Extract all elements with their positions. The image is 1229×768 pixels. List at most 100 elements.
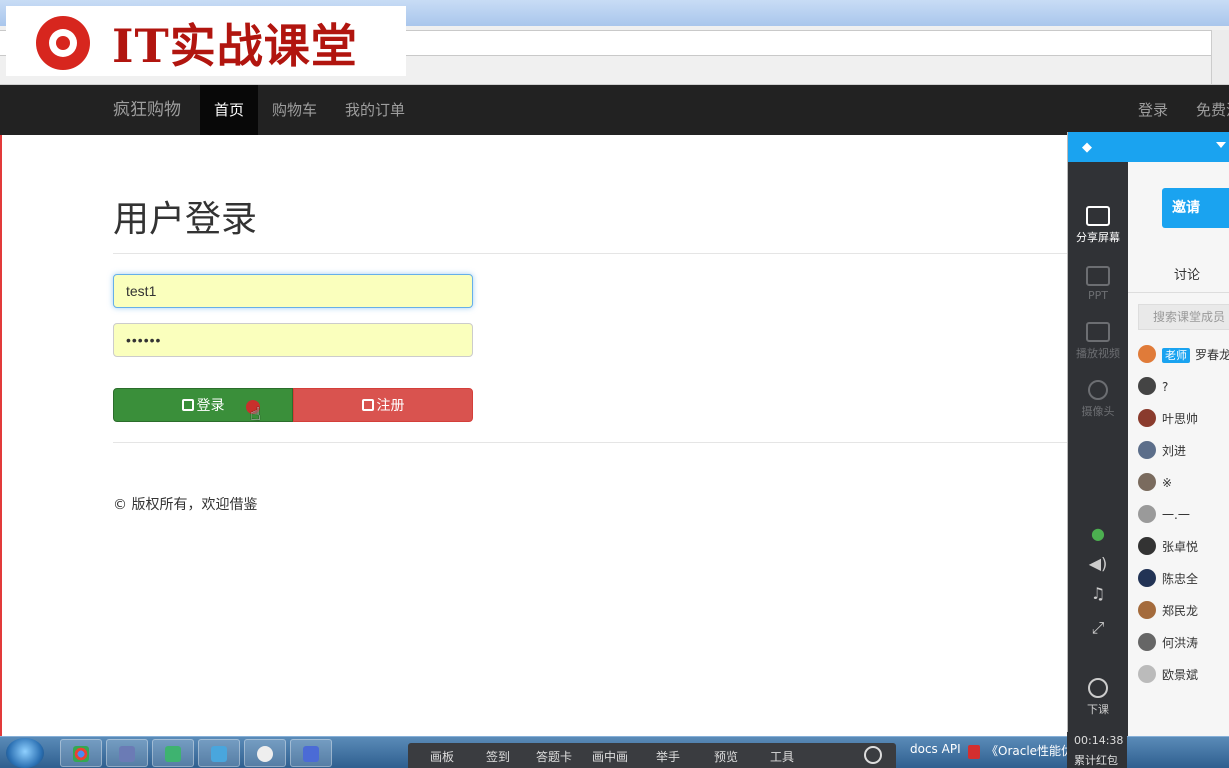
avatar: [1138, 473, 1156, 491]
copyright-text: © 版权所有，欢迎借鉴: [113, 497, 258, 513]
video-icon: [1086, 322, 1110, 342]
taskbar-app[interactable]: [152, 739, 194, 767]
site-navbar: 疯狂购物 首页 购物车 我的订单 登录 免费注册: [0, 85, 1229, 135]
classroom-logo-icon: ◆: [1082, 140, 1092, 155]
classroom-tool-item[interactable]: 画中画: [592, 748, 628, 765]
member-name: 何洪涛: [1162, 636, 1199, 650]
avatar: [1138, 345, 1156, 363]
power-icon[interactable]: [864, 746, 882, 764]
chevron-down-icon[interactable]: [1216, 142, 1226, 148]
app-icon: [303, 746, 319, 762]
nav-item-home[interactable]: 首页: [200, 85, 258, 135]
invite-button[interactable]: 邀请: [1162, 188, 1229, 228]
member-item[interactable]: ※: [1138, 473, 1172, 493]
member-name: 郑民龙: [1162, 604, 1199, 618]
app-icon: [165, 746, 181, 762]
camera-icon: [1088, 380, 1108, 400]
taskbar-chrome[interactable]: [60, 739, 102, 767]
page-title: 用户登录: [113, 199, 258, 240]
member-item[interactable]: ?: [1138, 377, 1168, 397]
pdf-icon: [968, 745, 980, 759]
login-button-label: 登录: [196, 398, 225, 414]
classroom-tool-item[interactable]: 举手: [656, 748, 680, 765]
username-input[interactable]: test1: [113, 274, 473, 308]
nav-register-link[interactable]: 免费注册: [1196, 85, 1229, 135]
classroom-tool-item[interactable]: 预览: [714, 748, 738, 765]
divider: [113, 442, 1068, 443]
end-class-button[interactable]: 下课: [1068, 678, 1128, 717]
nav-item-cart[interactable]: 购物车: [272, 85, 317, 135]
member-search-input[interactable]: 搜索课堂成员: [1138, 304, 1229, 330]
speaker-icon[interactable]: ◀): [1068, 554, 1128, 573]
avatar: [1138, 537, 1156, 555]
classroom-panel: ◆ 分享屏幕 PPT 播放视频 摄像头 ● ◀) ♫ ⤢ 下课 邀请 讨论 搜索…: [1067, 132, 1229, 740]
watermark-logo: IT实战课堂: [6, 6, 406, 76]
member-item[interactable]: 何洪涛: [1138, 633, 1198, 653]
start-button[interactable]: [6, 738, 44, 768]
nav-brand[interactable]: 疯狂购物: [113, 85, 181, 135]
taskbar-app[interactable]: [198, 739, 240, 767]
avatar: [1138, 633, 1156, 651]
play-video-button[interactable]: 播放视频: [1068, 322, 1128, 361]
register-button[interactable]: 注册: [293, 388, 473, 422]
avatar: [1138, 377, 1156, 395]
member-item[interactable]: 老师 罗春龙: [1138, 345, 1229, 365]
panel-content: 邀请 讨论 搜索课堂成员 老师 罗春龙? 叶思帅刘进 ※ 一.一张卓悦陈忠全郑民龙何洪涛…: [1128, 162, 1229, 740]
tab-discussion[interactable]: 讨论: [1174, 264, 1200, 283]
edit-icon: [361, 399, 374, 411]
camera-button[interactable]: 摄像头: [1068, 380, 1128, 419]
taskbar-item-oracle[interactable]: 《Oracle性能优化: [986, 742, 1068, 759]
taskbar-settings[interactable]: [244, 739, 286, 767]
member-item[interactable]: 郑民龙: [1138, 601, 1198, 621]
taskbar-app[interactable]: [290, 739, 332, 767]
window-border: [0, 135, 2, 740]
class-timer: 00:14:38: [1074, 734, 1124, 747]
member-item[interactable]: 陈忠全: [1138, 569, 1198, 589]
ppt-button[interactable]: PPT: [1068, 266, 1128, 302]
avatar: [1138, 505, 1156, 523]
member-item[interactable]: 欧景斌: [1138, 665, 1198, 685]
member-name: 欧景斌: [1162, 668, 1199, 682]
taskbar-item-docs[interactable]: docs API: [910, 742, 961, 756]
nav-item-orders[interactable]: 我的订单: [345, 85, 405, 135]
classroom-toolbar-vertical: 分享屏幕 PPT 播放视频 摄像头 ● ◀) ♫ ⤢ 下课: [1068, 162, 1128, 740]
panel-header: ◆: [1068, 132, 1229, 162]
red-packet-label: 累计红包: [1074, 754, 1118, 767]
login-button[interactable]: 登录: [113, 388, 293, 422]
nav-login-link[interactable]: 登录: [1138, 85, 1168, 135]
teacher-badge: 老师: [1162, 348, 1190, 363]
chrome-icon: [73, 746, 89, 762]
avatar: [1138, 569, 1156, 587]
member-name: 陈忠全: [1162, 572, 1199, 586]
taskbar-app[interactable]: [106, 739, 148, 767]
classroom-tool-item[interactable]: 画板: [430, 748, 454, 765]
classroom-tool-item[interactable]: 签到: [486, 748, 510, 765]
app-icon: [211, 746, 227, 762]
ppt-icon: [1086, 266, 1110, 286]
member-item[interactable]: 张卓悦: [1138, 537, 1198, 557]
classroom-tool-item[interactable]: 工具: [770, 748, 794, 765]
member-item[interactable]: 叶思帅: [1138, 409, 1198, 429]
member-name: 叶思帅: [1162, 412, 1199, 426]
gear-icon: [257, 746, 273, 762]
member-item[interactable]: 一.一: [1138, 505, 1190, 525]
microphone-icon[interactable]: ●: [1068, 524, 1128, 543]
music-icon[interactable]: ♫: [1068, 584, 1128, 603]
member-name: 刘进: [1162, 444, 1187, 458]
fullscreen-icon[interactable]: ⤢: [1068, 618, 1128, 638]
member-item[interactable]: 刘进: [1138, 441, 1186, 461]
member-name: ?: [1162, 380, 1169, 394]
browser-side-button[interactable]: [1211, 30, 1229, 84]
share-screen-button[interactable]: 分享屏幕: [1068, 206, 1128, 245]
avatar: [1138, 665, 1156, 683]
classroom-tool-item[interactable]: 答题卡: [536, 748, 572, 765]
browser-chrome: IT实战课堂: [0, 0, 1229, 85]
member-name: 张卓悦: [1162, 540, 1199, 554]
member-name: 罗春龙: [1195, 348, 1229, 362]
avatar: [1138, 601, 1156, 619]
password-input[interactable]: ••••••: [113, 323, 473, 357]
member-name: ※: [1162, 476, 1173, 490]
register-button-label: 注册: [376, 398, 405, 414]
avatar: [1138, 441, 1156, 459]
avatar: [1138, 409, 1156, 427]
